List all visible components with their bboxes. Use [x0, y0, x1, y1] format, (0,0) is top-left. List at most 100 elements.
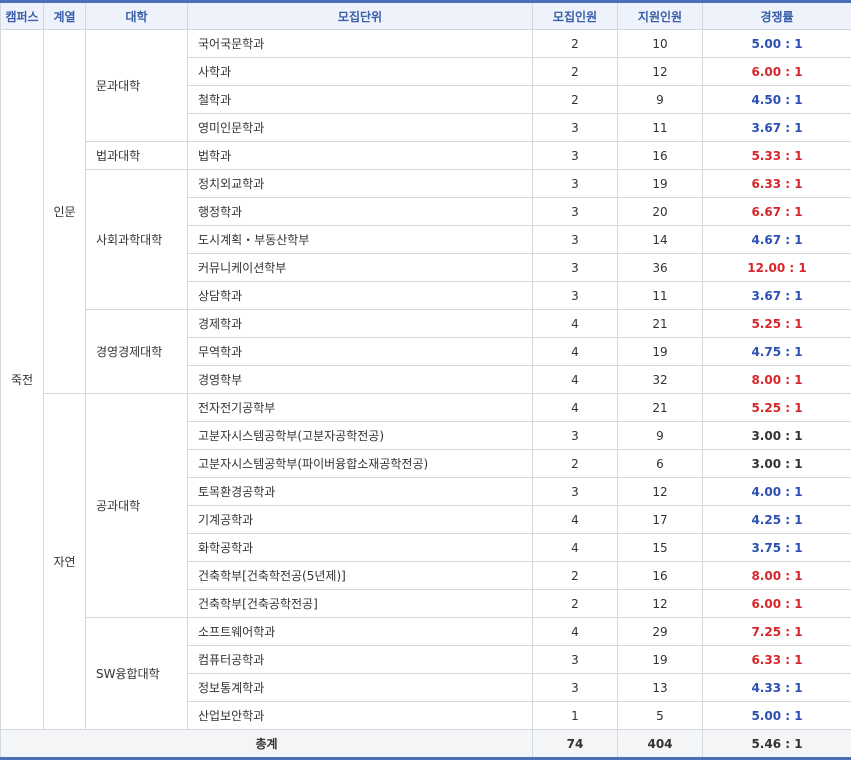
quota-cell: 4 — [532, 365, 618, 394]
quota-cell: 4 — [532, 617, 618, 646]
unit-cell: 경제학과 — [187, 309, 533, 338]
college-cell: SW융합대학 — [85, 617, 188, 730]
table-row: SW융합대학 소프트웨어학과 4 29 7.25 : 1 — [1, 617, 851, 730]
quota-cell: 3 — [532, 197, 618, 226]
field-cell: 인문 — [43, 29, 86, 394]
unit-cell: 건축학부[건축학전공(5년제)] — [187, 561, 533, 590]
ratio-cell: 6.00 : 1 — [702, 589, 851, 618]
applicants-cell: 32 — [617, 365, 703, 394]
applicants-cell: 15 — [617, 533, 703, 562]
unit-cell: 사학과 — [187, 57, 533, 86]
quota-cell: 2 — [532, 561, 618, 590]
applicants-cell: 14 — [617, 225, 703, 254]
table-row: 죽전 인문 문과대학 국어국문학과 2 10 5.00 : 1 — [0, 29, 851, 730]
ratio-cell: 7.25 : 1 — [702, 617, 851, 646]
unit-cell: 산업보안학과 — [187, 701, 533, 730]
quota-cell: 2 — [532, 57, 618, 86]
applicants-cell: 9 — [617, 421, 703, 450]
quota-cell: 2 — [532, 29, 618, 58]
quota-cell: 3 — [532, 113, 618, 142]
quota-cell: 4 — [532, 337, 618, 366]
unit-cell: 기계공학과 — [187, 505, 533, 534]
quota-cell: 1 — [532, 701, 618, 730]
quota-cell: 3 — [532, 477, 618, 506]
applicants-cell: 19 — [617, 337, 703, 366]
applicants-cell: 36 — [617, 253, 703, 282]
total-applicants: 404 — [617, 729, 703, 760]
applicants-cell: 19 — [617, 645, 703, 674]
total-row: 총계 74 404 5.46 : 1 — [0, 729, 851, 760]
table-row: 사회과학대학 정치외교학과 3 19 6.33 : 1 — [1, 169, 851, 310]
applicants-cell: 12 — [617, 57, 703, 86]
ratio-cell: 4.67 : 1 — [702, 225, 851, 254]
unit-cell: 커뮤니케이션학부 — [187, 253, 533, 282]
quota-cell: 3 — [532, 421, 618, 450]
unit-cell: 화학공학과 — [187, 533, 533, 562]
quota-cell: 3 — [532, 281, 618, 310]
quota-cell: 3 — [532, 253, 618, 282]
quota-cell: 2 — [532, 589, 618, 618]
competition-rate-table: 캠퍼스 계열 대학 모집단위 모집인원 지원인원 경쟁률 죽전 인문 문과대학 국어국… — [0, 0, 851, 760]
applicants-cell: 12 — [617, 589, 703, 618]
unit-cell: 토목환경공학과 — [187, 477, 533, 506]
quota-cell: 2 — [532, 85, 618, 114]
ratio-cell: 4.75 : 1 — [702, 337, 851, 366]
applicants-cell: 21 — [617, 309, 703, 338]
ratio-cell: 3.00 : 1 — [702, 421, 851, 450]
ratio-cell: 3.75 : 1 — [702, 533, 851, 562]
unit-cell: 무역학과 — [187, 337, 533, 366]
table-row: 경영경제대학 경제학과 4 21 5.25 : 1 — [1, 309, 851, 394]
college-cell: 문과대학 — [85, 29, 188, 142]
quota-cell: 4 — [532, 309, 618, 338]
applicants-cell: 9 — [617, 85, 703, 114]
unit-cell: 소프트웨어학과 — [187, 617, 533, 646]
total-label: 총계 — [0, 729, 533, 760]
campus-cell: 죽전 — [0, 29, 44, 730]
unit-cell: 국어국문학과 — [187, 29, 533, 58]
college-cell: 경영경제대학 — [85, 309, 188, 394]
unit-cell: 영미인문학과 — [187, 113, 533, 142]
header-college: 대학 — [85, 1, 188, 30]
ratio-cell: 4.50 : 1 — [702, 85, 851, 114]
applicants-cell: 21 — [617, 393, 703, 422]
table-row: 법과대학 법학과 3 16 5.33 : 1 — [1, 141, 851, 170]
quota-cell: 3 — [532, 169, 618, 198]
unit-cell: 전자전기공학부 — [187, 393, 533, 422]
ratio-cell: 6.33 : 1 — [702, 169, 851, 198]
ratio-cell: 3.67 : 1 — [702, 113, 851, 142]
header-applicants: 지원인원 — [617, 1, 703, 30]
field-cell: 자연 — [43, 393, 86, 730]
unit-cell: 경영학부 — [187, 365, 533, 394]
applicants-cell: 12 — [617, 477, 703, 506]
table-row: 자연 공과대학 전자전기공학부 4 21 5.25 : 1 — [1, 393, 851, 730]
ratio-cell: 4.33 : 1 — [702, 673, 851, 702]
applicants-cell: 19 — [617, 169, 703, 198]
quota-cell: 4 — [532, 533, 618, 562]
applicants-cell: 29 — [617, 617, 703, 646]
unit-cell: 고분자시스템공학부(파이버융합소재공학전공) — [187, 449, 533, 478]
ratio-cell: 4.00 : 1 — [702, 477, 851, 506]
college-cell: 공과대학 — [85, 393, 188, 618]
header-unit: 모집단위 — [187, 1, 533, 30]
ratio-cell: 6.00 : 1 — [702, 57, 851, 86]
ratio-cell: 8.00 : 1 — [702, 561, 851, 590]
ratio-cell: 3.00 : 1 — [702, 449, 851, 478]
unit-cell: 상담학과 — [187, 281, 533, 310]
unit-cell: 건축학부[건축공학전공] — [187, 589, 533, 618]
header-field: 계열 — [43, 1, 86, 30]
quota-cell: 2 — [532, 449, 618, 478]
total-quota: 74 — [532, 729, 618, 760]
total-ratio: 5.46 : 1 — [702, 729, 851, 760]
ratio-cell: 4.25 : 1 — [702, 505, 851, 534]
quota-cell: 4 — [532, 393, 618, 422]
quota-cell: 3 — [532, 225, 618, 254]
quota-cell: 4 — [532, 505, 618, 534]
applicants-cell: 5 — [617, 701, 703, 730]
unit-cell: 법학과 — [187, 141, 533, 170]
unit-cell: 정치외교학과 — [187, 169, 533, 198]
unit-cell: 행정학과 — [187, 197, 533, 226]
applicants-cell: 16 — [617, 141, 703, 170]
applicants-cell: 11 — [617, 281, 703, 310]
college-cell: 법과대학 — [85, 141, 188, 170]
quota-cell: 3 — [532, 673, 618, 702]
